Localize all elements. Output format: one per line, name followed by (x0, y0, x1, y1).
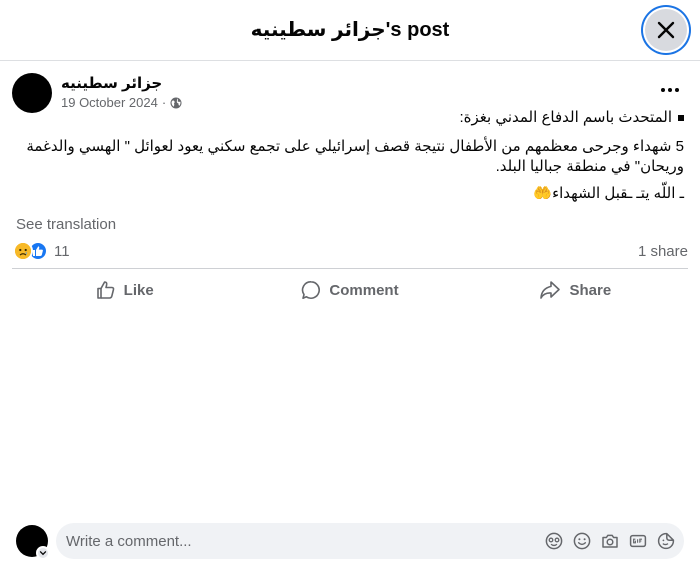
see-translation-link[interactable]: See translation (16, 216, 116, 233)
gif-icon (629, 534, 647, 548)
post-text: المتحدث باسم الدفاع المدني بغزة: 5 شهداء… (16, 108, 684, 204)
profile-switch-badge[interactable] (36, 546, 50, 560)
sticker-icon (657, 532, 675, 550)
comment-box (56, 523, 684, 559)
emoji-button[interactable] (572, 531, 592, 551)
author-name[interactable]: جزائر سطينيه (61, 74, 162, 92)
comment-icon (302, 280, 321, 299)
avatar-sticker-button[interactable] (544, 531, 564, 551)
close-button[interactable] (645, 9, 687, 51)
like-outline-icon (96, 281, 114, 299)
post-paragraph: ـ اللّه يتـ ـقبل الشهداء🤲 (533, 185, 684, 202)
share-button[interactable]: Share (463, 272, 688, 308)
share-count[interactable]: 1 share (638, 243, 688, 260)
sad-icon (13, 241, 33, 261)
avatar-sticker-icon (545, 532, 563, 550)
dot-icon (675, 88, 679, 92)
action-divider (12, 268, 688, 269)
author-avatar[interactable] (12, 73, 52, 113)
dot-icon (668, 88, 672, 92)
bullet-square-icon (678, 115, 684, 122)
comment-label: Comment (329, 281, 399, 299)
share-icon (540, 281, 561, 299)
dialog-title: جزائر سطينيه's post (250, 19, 450, 41)
post-paragraph: المتحدث باسم الدفاع المدني بغزة: (16, 108, 684, 128)
dot-icon (661, 88, 665, 92)
post-paragraph: 5 شهداء وجرحى معظمهم من الأطفال نتيجة قص… (26, 138, 684, 175)
reaction-count: 11 (54, 242, 70, 260)
post-actions: Like Comment Share (12, 272, 688, 308)
globe-icon (170, 97, 182, 108)
share-label: Share (569, 281, 612, 299)
comment-input[interactable] (66, 523, 536, 559)
sticker-button[interactable] (656, 531, 676, 551)
dialog-header: جزائر سطينيه's post (0, 0, 700, 61)
chevron-down-icon (39, 551, 47, 556)
comment-composer (0, 510, 700, 577)
post-paragraph-text: المتحدث باسم الدفاع المدني بغزة: (459, 109, 672, 126)
reaction-summary[interactable]: 11 (13, 241, 70, 261)
camera-button[interactable] (600, 531, 620, 551)
camera-icon (602, 534, 618, 548)
emoji-icon (573, 532, 591, 550)
like-label: Like (123, 281, 154, 299)
gif-button[interactable] (628, 531, 648, 551)
comment-button[interactable]: Comment (237, 272, 462, 308)
more-options-button[interactable] (655, 78, 685, 102)
like-button[interactable]: Like (12, 272, 237, 308)
close-icon (657, 21, 675, 39)
